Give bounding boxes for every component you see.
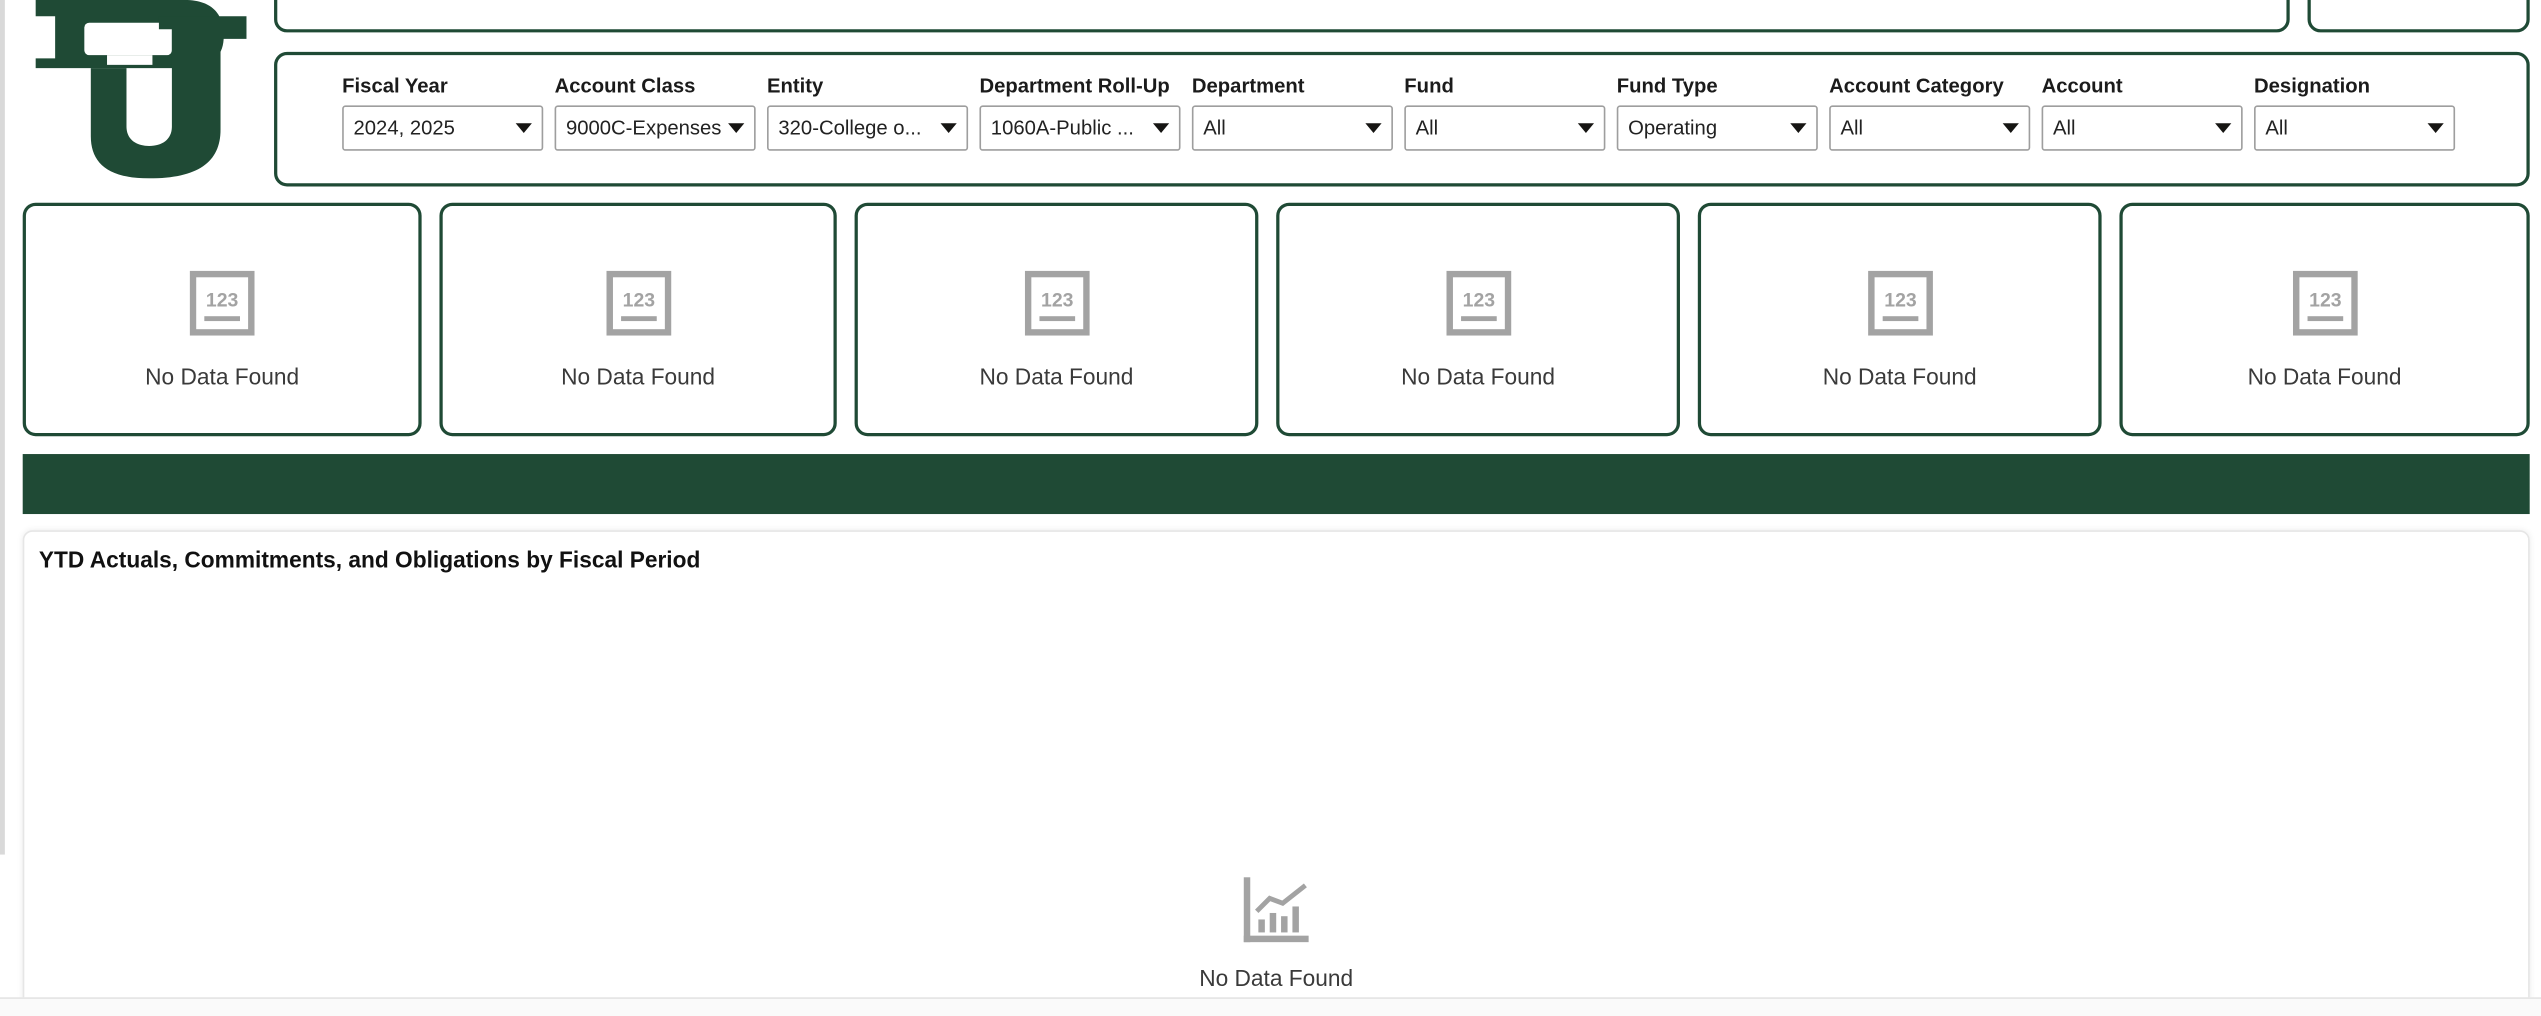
chart-panel: YTD Actuals, Commitments, and Obligation… <box>22 530 2530 1016</box>
filter-value: Operating <box>1628 116 1718 140</box>
bar-chart-icon <box>1243 877 1309 943</box>
filter-value: 9000C-Expenses <box>565 116 722 140</box>
filter-account-class: Account Class 9000C-Expenses <box>554 74 756 151</box>
fund-type-select[interactable]: Operating <box>1616 105 1818 151</box>
filter-account-category: Account Category All <box>1829 74 2031 151</box>
filter-label: Account Class <box>554 74 696 98</box>
kpi-tile: 123 No Data Found <box>2119 202 2530 437</box>
no-data-message: No Data Found <box>2247 363 2402 390</box>
filter-label: Fund Type <box>1616 74 1718 98</box>
kpi-tile: 123 No Data Found <box>1697 202 2102 437</box>
svg-text:123: 123 <box>1040 289 1073 311</box>
filter-label: Account <box>2041 74 2123 98</box>
dropdown-caret-icon <box>728 123 745 133</box>
filter-department: Department All <box>1191 74 1393 151</box>
filter-label: Entity <box>767 74 824 98</box>
filter-value: All <box>1203 116 1226 140</box>
dropdown-caret-icon <box>515 123 532 133</box>
filter-label: Fiscal Year <box>342 74 448 98</box>
svg-text:123: 123 <box>2308 289 2341 311</box>
filter-fund: Fund All <box>1404 74 1606 151</box>
number-tile-icon: 123 <box>1867 270 1933 336</box>
filter-entity: Entity 320-College o... <box>767 74 969 151</box>
dropdown-caret-icon <box>2215 123 2232 133</box>
number-tile-icon: 123 <box>1445 270 1511 336</box>
designation-select[interactable]: All <box>2254 105 2456 151</box>
number-tile-icon: 123 <box>1024 270 1089 336</box>
dropdown-caret-icon <box>2002 123 2019 133</box>
kpi-tile: 123 No Data Found <box>1276 202 1680 437</box>
filter-account: Account All <box>2041 74 2243 151</box>
number-tile-icon: 123 <box>189 270 255 336</box>
account-select[interactable]: All <box>2041 105 2243 151</box>
account-class-select[interactable]: 9000C-Expenses <box>554 105 756 151</box>
no-data-message: No Data Found <box>1822 363 1977 390</box>
no-data-message: No Data Found <box>1199 964 1354 991</box>
filter-value: 320-College o... <box>778 116 922 140</box>
window-edge <box>0 0 5 855</box>
filter-label: Department Roll-Up <box>979 74 1170 98</box>
no-data-message: No Data Found <box>145 363 300 390</box>
number-tile-icon: 123 <box>2292 270 2357 336</box>
filter-label: Fund <box>1404 74 1454 98</box>
filter-label: Designation <box>2254 74 2371 98</box>
filter-label: Account Category <box>1829 74 2004 98</box>
department-select[interactable]: All <box>1191 105 1393 151</box>
filter-designation: Designation All <box>2254 74 2456 151</box>
no-data-message: No Data Found <box>979 363 1134 390</box>
chart-empty-state: No Data Found <box>24 876 2528 991</box>
account-category-select[interactable]: All <box>1829 105 2031 151</box>
no-data-message: No Data Found <box>561 363 716 390</box>
bu-logo <box>35 0 247 179</box>
filter-label: Department <box>1191 74 1305 98</box>
no-data-message: No Data Found <box>1401 363 1556 390</box>
header-side-panel <box>2307 0 2530 33</box>
scroll-area-bottom <box>0 997 2541 1016</box>
svg-text:123: 123 <box>1883 289 1916 311</box>
filter-value: All <box>1840 116 1864 140</box>
dropdown-caret-icon <box>1790 123 1807 133</box>
section-divider-band <box>22 454 2530 515</box>
kpi-tile: 123 No Data Found <box>439 202 837 437</box>
dashboard: Fiscal Year 2024, 2025 Account Class 900… <box>0 0 2541 1016</box>
department-roll-up-select[interactable]: 1060A-Public ... <box>979 105 1181 151</box>
kpi-tile: 123 No Data Found <box>22 202 422 437</box>
filter-value: All <box>1415 116 1439 140</box>
svg-text:123: 123 <box>206 289 239 311</box>
filter-fiscal-year: Fiscal Year 2024, 2025 <box>342 74 544 151</box>
entity-select[interactable]: 320-College o... <box>767 105 969 151</box>
kpi-tile: 123 No Data Found <box>854 202 1259 437</box>
filter-value: 1060A-Public ... <box>990 116 1134 140</box>
filter-value: All <box>2265 116 2288 140</box>
filter-value: 2024, 2025 <box>353 116 455 140</box>
dropdown-caret-icon <box>1152 123 1170 133</box>
filter-fund-type: Fund Type Operating <box>1616 74 1818 151</box>
filter-bar: Fiscal Year 2024, 2025 Account Class 900… <box>274 51 2530 187</box>
svg-text:123: 123 <box>622 289 655 311</box>
svg-text:123: 123 <box>1462 289 1495 311</box>
fiscal-year-select[interactable]: 2024, 2025 <box>342 105 544 151</box>
dropdown-caret-icon <box>1577 123 1595 133</box>
header-panel <box>274 0 2290 33</box>
dropdown-caret-icon <box>1365 123 1382 133</box>
filter-department-roll-up: Department Roll-Up 1060A-Public ... <box>979 74 1181 151</box>
chart-title: YTD Actuals, Commitments, and Obligation… <box>38 546 701 573</box>
fund-select[interactable]: All <box>1404 105 1606 151</box>
dropdown-caret-icon <box>940 123 957 133</box>
number-tile-icon: 123 <box>605 270 671 336</box>
dropdown-caret-icon <box>2427 123 2444 133</box>
filter-value: All <box>2052 116 2076 140</box>
